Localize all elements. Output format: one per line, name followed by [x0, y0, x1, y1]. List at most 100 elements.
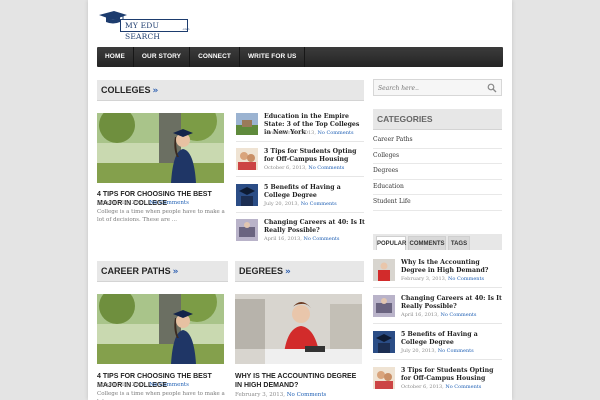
post-meta: April 16, 2013, No Comments — [264, 236, 340, 242]
list-item[interactable]: 5 Benefits of Having a College Degree Ju… — [236, 184, 366, 210]
section-header-career-paths: CAREER PATHS» — [97, 261, 228, 282]
divider — [236, 176, 364, 177]
post-date: October 14, 2014, — [97, 382, 148, 388]
post-title[interactable]: 3 Tips for Students Opting for Off-Campu… — [401, 367, 502, 383]
comments-link[interactable]: No Comments — [287, 392, 327, 398]
feature-image-degrees[interactable] — [235, 294, 362, 364]
section-title-categories: CATEGORIES — [377, 114, 433, 124]
category-item-student-life[interactable]: Student Life — [373, 195, 502, 211]
nav-item-our-story[interactable]: OUR STORY — [134, 47, 191, 67]
category-list: Career Paths Colleges Degrees Education … — [373, 133, 502, 211]
section-header-degrees: DEGREES» — [235, 261, 364, 282]
post-date: April 16, 2013, — [401, 312, 439, 318]
feature-image-career-paths[interactable] — [97, 294, 224, 364]
feature-title-degrees[interactable]: WHY IS THE ACCOUNTING DEGREE IN HIGH DEM… — [235, 372, 363, 390]
feature-image-colleges[interactable] — [97, 113, 224, 183]
students-photo — [236, 148, 258, 170]
post-date: July 20, 2013, — [264, 201, 300, 207]
list-item[interactable]: Education in the Empire State: 3 of the … — [236, 113, 366, 139]
comments-link[interactable]: No Comments — [149, 200, 189, 206]
search-input[interactable] — [378, 82, 478, 94]
post-thumbnail[interactable] — [236, 184, 258, 206]
post-title[interactable]: 5 Benefits of Having a College Degree — [264, 184, 366, 200]
post-meta: February 3, 2013, No Comments — [401, 276, 484, 282]
comments-link[interactable]: No Comments — [445, 384, 481, 390]
post-thumbnail[interactable] — [373, 259, 395, 281]
site-logo[interactable]: MY EDU SEARCH .com — [98, 10, 198, 41]
divider — [373, 287, 502, 288]
divider — [373, 359, 502, 360]
feature-meta-career-paths: October 14, 2014, No Comments — [97, 382, 189, 389]
post-title[interactable]: Changing Careers at 40: Is It Really Pos… — [264, 219, 366, 235]
post-date: October 14, 2014, — [97, 200, 148, 206]
popular-item[interactable]: Why Is the Accounting Degree in High Dem… — [373, 259, 502, 289]
nav-item-home[interactable]: HOME — [97, 47, 134, 67]
double-arrow-icon: » — [152, 86, 159, 96]
graduate-photo — [373, 331, 395, 353]
comments-link[interactable]: No Comments — [440, 312, 476, 318]
feature-meta-colleges: October 14, 2014, No Comments — [97, 200, 189, 207]
list-item[interactable]: Changing Careers at 40: Is It Really Pos… — [236, 219, 366, 245]
graduate-photo — [236, 184, 258, 206]
post-date: October 6, 2013, — [264, 165, 307, 171]
post-title[interactable]: Changing Careers at 40: Is It Really Pos… — [401, 295, 502, 311]
post-date: October 6, 2013, — [401, 384, 444, 390]
section-title-degrees[interactable]: DEGREES — [239, 266, 283, 276]
nav-item-connect[interactable]: CONNECT — [190, 47, 240, 67]
feature-excerpt-career-paths: College is a time when people have to ma… — [97, 391, 225, 400]
category-item-career-paths[interactable]: Career Paths — [373, 133, 502, 149]
comments-link[interactable]: No Comments — [318, 130, 354, 136]
popular-item[interactable]: Changing Careers at 40: Is It Really Pos… — [373, 295, 502, 325]
feature-excerpt-colleges: College is a time when people have to ma… — [97, 209, 225, 223]
post-date: February 3, 2013, — [401, 276, 447, 282]
post-meta: October 6, 2013, No Comments — [401, 384, 481, 390]
sidebar-tabs: POPULAR COMMENTS TAGS — [373, 234, 502, 250]
tab-comments[interactable]: COMMENTS — [408, 236, 446, 250]
comments-link[interactable]: No Comments — [308, 165, 344, 171]
post-thumbnail[interactable] — [236, 148, 258, 170]
category-item-degrees[interactable]: Degrees — [373, 164, 502, 180]
post-title[interactable]: 3 Tips for Students Opting for Off-Campu… — [264, 148, 366, 164]
post-date: February 3, 2013, — [235, 392, 285, 398]
tab-popular[interactable]: POPULAR — [376, 236, 406, 250]
post-meta: July 20, 2013, No Comments — [264, 201, 337, 207]
divider — [236, 212, 364, 213]
desk-photo — [373, 295, 395, 317]
popular-item[interactable]: 5 Benefits of Having a College Degree Ju… — [373, 331, 502, 361]
double-arrow-icon: » — [285, 267, 291, 277]
comments-link[interactable]: No Comments — [149, 382, 189, 388]
popular-item[interactable]: 3 Tips for Students Opting for Off-Campu… — [373, 367, 502, 397]
desk-photo — [236, 219, 258, 241]
accountant-photo — [235, 294, 362, 364]
post-thumbnail[interactable] — [236, 219, 258, 241]
comments-link[interactable]: No Comments — [303, 236, 339, 242]
graduate-photo — [97, 294, 224, 364]
double-arrow-icon: » — [172, 267, 179, 277]
section-header-colleges: COLLEGES» — [97, 80, 364, 101]
post-thumbnail[interactable] — [373, 295, 395, 317]
comments-link[interactable]: No Comments — [448, 276, 484, 282]
comments-link[interactable]: No Comments — [301, 201, 337, 207]
post-thumbnail[interactable] — [373, 331, 395, 353]
post-meta: November 11, 2013, No Comments — [264, 130, 354, 136]
post-date: November 11, 2013, — [264, 130, 316, 136]
post-title[interactable]: 5 Benefits of Having a College Degree — [401, 331, 502, 347]
post-date: July 20, 2013, — [401, 348, 437, 354]
nav-item-write-for-us[interactable]: WRITE FOR US — [240, 47, 306, 67]
feature-meta-degrees: February 3, 2013, No Comments — [235, 392, 326, 399]
post-thumbnail[interactable] — [373, 367, 395, 389]
post-thumbnail[interactable] — [236, 113, 258, 135]
divider — [236, 141, 364, 142]
graduate-photo — [97, 113, 224, 183]
category-item-education[interactable]: Education — [373, 180, 502, 195]
section-title-career-paths[interactable]: CAREER PATHS — [101, 266, 171, 276]
tab-tags[interactable]: TAGS — [448, 236, 470, 250]
post-title[interactable]: Why Is the Accounting Degree in High Dem… — [401, 259, 502, 275]
section-title-colleges[interactable]: COLLEGES — [101, 85, 151, 95]
search-icon[interactable] — [487, 83, 497, 93]
comments-link[interactable]: No Comments — [438, 348, 474, 354]
category-item-colleges[interactable]: Colleges — [373, 149, 502, 164]
main-nav: HOME OUR STORY CONNECT WRITE FOR US — [97, 47, 503, 67]
search-box — [373, 79, 502, 96]
list-item[interactable]: 3 Tips for Students Opting for Off-Campu… — [236, 148, 366, 174]
